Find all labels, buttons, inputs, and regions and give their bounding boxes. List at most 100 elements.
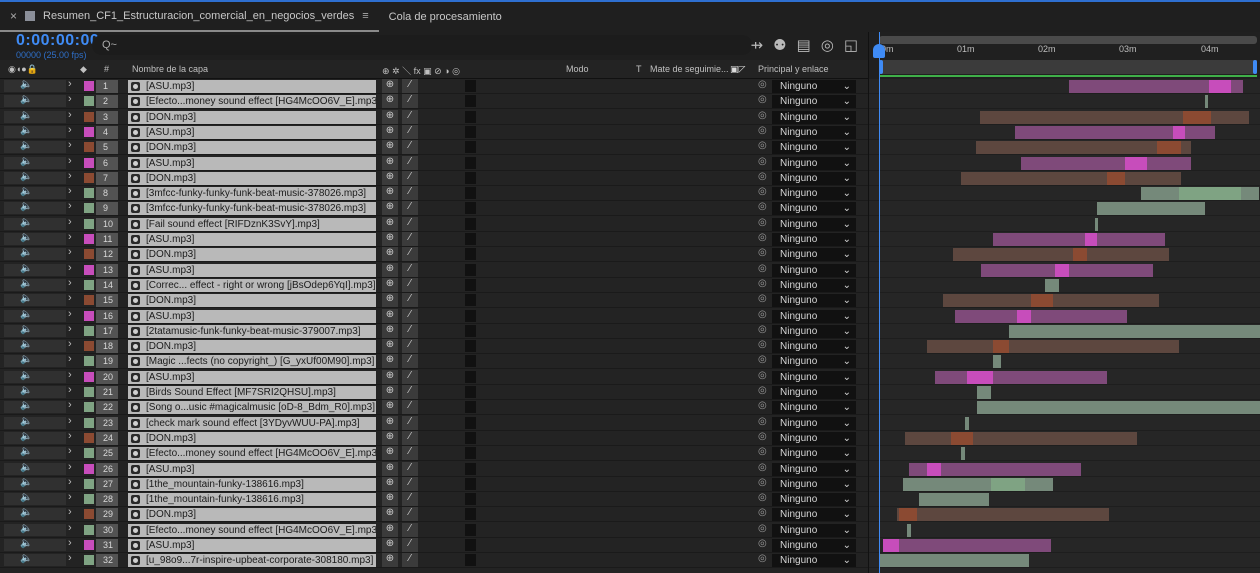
parent-dropdown[interactable]: Ninguno ⌄ — [772, 141, 856, 155]
layer-trimmed-segment[interactable] — [1107, 171, 1125, 185]
parent-dropdown[interactable]: Ninguno ⌄ — [772, 355, 856, 369]
expand-chevron-icon[interactable]: › — [68, 323, 72, 335]
audio-toggle-icon[interactable]: 🔈 — [20, 492, 32, 503]
pick-whip-icon[interactable]: ◎ — [758, 94, 767, 105]
pick-whip-icon[interactable]: ◎ — [758, 462, 767, 473]
audio-toggle-icon[interactable]: 🔈 — [20, 125, 32, 136]
pick-whip-icon[interactable]: ◎ — [758, 263, 767, 274]
layer-duration-bar[interactable] — [1205, 95, 1208, 109]
shy-switch-icon[interactable]: ⊕ — [382, 262, 398, 277]
shy-switch-icon[interactable]: ⊕ — [382, 323, 398, 338]
audio-toggle-icon[interactable]: 🔈 — [20, 140, 32, 151]
parent-dropdown[interactable]: Ninguno ⌄ — [772, 95, 856, 109]
shy-switch-icon[interactable]: ⊕ — [382, 415, 398, 430]
layer-name[interactable]: [ASU.mp3] — [128, 309, 376, 323]
pick-whip-icon[interactable]: ◎ — [758, 354, 767, 365]
layer-row[interactable]: 🔈 › 23 [check mark sound effect [3YDyvWUU-P… — [0, 415, 868, 431]
layer-row[interactable]: 🔈 › 22 [Song o...usic #magicalmusic [oD-8_B… — [0, 399, 868, 416]
shy-switch-icon[interactable]: ⊕ — [382, 461, 398, 476]
shy-switch-icon[interactable]: ⊕ — [382, 522, 398, 537]
layer-trimmed-segment[interactable] — [1183, 110, 1211, 124]
layer-name[interactable]: [check mark sound effect [3YDyvWUU-PA].m… — [128, 416, 376, 430]
parent-dropdown[interactable]: Ninguno ⌄ — [772, 447, 856, 461]
quality-switch-icon[interactable]: ⁄ — [402, 415, 418, 430]
quality-switch-icon[interactable]: ⁄ — [402, 186, 418, 201]
layer-label-color[interactable] — [84, 387, 94, 397]
layer-row[interactable]: 🔈 › 19 [Magic ...fects (no copyright_) [G_y… — [0, 353, 868, 370]
pick-whip-icon[interactable]: ◎ — [758, 217, 767, 228]
shy-switch-icon[interactable]: ⊕ — [382, 476, 398, 491]
layer-trimmed-segment[interactable] — [1073, 248, 1087, 262]
audio-toggle-icon[interactable]: 🔈 — [20, 477, 32, 488]
current-time-indicator-head[interactable] — [873, 44, 885, 58]
layer-name[interactable]: [ASU.mp3] — [128, 462, 376, 476]
layer-switch-box[interactable] — [465, 202, 476, 215]
pick-whip-icon[interactable]: ◎ — [758, 416, 767, 427]
quality-switch-icon[interactable]: ⁄ — [402, 79, 418, 93]
layer-row[interactable]: 🔈 › 13 [ASU.mp3] ⊕ ⁄ ◎ Ninguno ⌄ — [0, 262, 868, 278]
time-navigator-bar[interactable] — [879, 36, 1257, 44]
quality-switch-icon[interactable]: ⁄ — [402, 400, 418, 415]
layer-switch-box[interactable] — [465, 125, 476, 138]
layer-name[interactable]: [Fail sound effect [RIFDznK3SvY].mp3] — [128, 217, 376, 231]
layer-row[interactable]: 🔈 › 25 [Efecto...money sound effect [HG4McO… — [0, 445, 868, 462]
layer-name[interactable]: [DON.mp3] — [128, 171, 376, 185]
audio-toggle-icon[interactable]: 🔈 — [20, 186, 32, 197]
layer-row[interactable]: 🔈 › 18 [DON.mp3] ⊕ ⁄ ◎ Ninguno ⌄ — [0, 338, 868, 355]
layer-row[interactable]: 🔈 › 16 [ASU.mp3] ⊕ ⁄ ◎ Ninguno ⌄ — [0, 308, 868, 324]
layer-name[interactable]: [ASU.mp3] — [128, 370, 376, 384]
expand-chevron-icon[interactable]: › — [68, 491, 72, 503]
quality-switch-icon[interactable]: ⁄ — [402, 94, 418, 109]
layer-duration-bar[interactable] — [1097, 202, 1205, 216]
layer-duration-bar[interactable] — [879, 554, 1029, 568]
pick-whip-icon[interactable]: ◎ — [758, 324, 767, 335]
current-time-display[interactable]: 0:00:00:00 — [16, 32, 99, 50]
layer-row[interactable]: 🔈 › 30 [Efecto...money sound effect [HG4McO… — [0, 522, 868, 538]
parent-dropdown[interactable]: Ninguno ⌄ — [772, 156, 856, 170]
expand-chevron-icon[interactable]: › — [68, 139, 72, 151]
layer-name[interactable]: [ASU.mp3] — [128, 263, 376, 277]
expand-chevron-icon[interactable]: › — [68, 308, 72, 320]
layer-name[interactable]: [ASU.mp3] — [128, 233, 376, 246]
quality-switch-icon[interactable]: ⁄ — [402, 354, 418, 369]
shy-switch-icon[interactable]: ⊕ — [382, 293, 398, 308]
quality-switch-icon[interactable]: ⁄ — [402, 277, 418, 292]
expand-chevron-icon[interactable]: › — [68, 155, 72, 167]
pick-whip-icon[interactable]: ◎ — [758, 492, 767, 503]
layer-trimmed-segment[interactable] — [1055, 263, 1069, 277]
layer-duration-bar[interactable] — [1095, 217, 1098, 231]
layer-row[interactable]: 🔈 › 17 [2tatamusic-funk-funky-beat-music-37… — [0, 323, 868, 339]
layer-row[interactable]: 🔈 › 6 [ASU.mp3] ⊕ ⁄ ◎ Ninguno ⌄ — [0, 155, 868, 171]
audio-toggle-icon[interactable]: 🔈 — [20, 309, 32, 320]
quality-switch-icon[interactable]: ⁄ — [402, 385, 418, 399]
quality-switch-icon[interactable]: ⁄ — [402, 476, 418, 491]
audio-toggle-icon[interactable]: 🔈 — [20, 400, 32, 411]
layer-name[interactable]: [DON.mp3] — [128, 431, 376, 445]
quality-switch-icon[interactable]: ⁄ — [402, 140, 418, 155]
work-area-end-handle[interactable] — [1253, 60, 1257, 74]
audio-toggle-icon[interactable]: 🔈 — [20, 507, 32, 518]
layer-label-color[interactable] — [84, 463, 94, 474]
audio-toggle-icon[interactable]: 🔈 — [20, 263, 32, 274]
parent-dropdown[interactable]: Ninguno ⌄ — [772, 217, 856, 231]
audio-toggle-icon[interactable]: 🔈 — [20, 79, 32, 90]
layer-name[interactable]: [ASU.mp3] — [128, 80, 376, 93]
pick-whip-icon[interactable]: ◎ — [758, 385, 767, 396]
shy-switch-icon[interactable]: ⊕ — [382, 385, 398, 399]
layer-switch-box[interactable] — [465, 554, 476, 567]
layer-name[interactable]: [Birds Sound Effect [MF7SRI2QHSU].mp3] — [128, 386, 376, 399]
layer-label-color[interactable] — [84, 402, 94, 413]
shy-switch-icon[interactable]: ⊕ — [382, 124, 398, 139]
layer-row[interactable]: 🔈 › 3 [DON.mp3] ⊕ ⁄ ◎ Ninguno ⌄ — [0, 109, 868, 125]
shy-switch-icon[interactable]: ⊕ — [382, 170, 398, 185]
audio-toggle-icon[interactable]: 🔈 — [20, 538, 32, 549]
pick-whip-icon[interactable]: ◎ — [758, 431, 767, 442]
layer-name[interactable]: [1the_mountain-funky-138616.mp3] — [128, 477, 376, 491]
layer-name[interactable]: [u_98o9...7r-inspire-upbeat-corporate-30… — [128, 554, 376, 568]
layer-trimmed-segment[interactable] — [1179, 187, 1241, 201]
pick-whip-icon[interactable]: ◎ — [758, 140, 767, 151]
layer-label-color[interactable] — [84, 356, 94, 367]
pick-whip-icon[interactable]: ◎ — [758, 477, 767, 488]
layer-label-color[interactable] — [84, 111, 94, 122]
shy-switch-icon[interactable]: ⊕ — [382, 140, 398, 155]
